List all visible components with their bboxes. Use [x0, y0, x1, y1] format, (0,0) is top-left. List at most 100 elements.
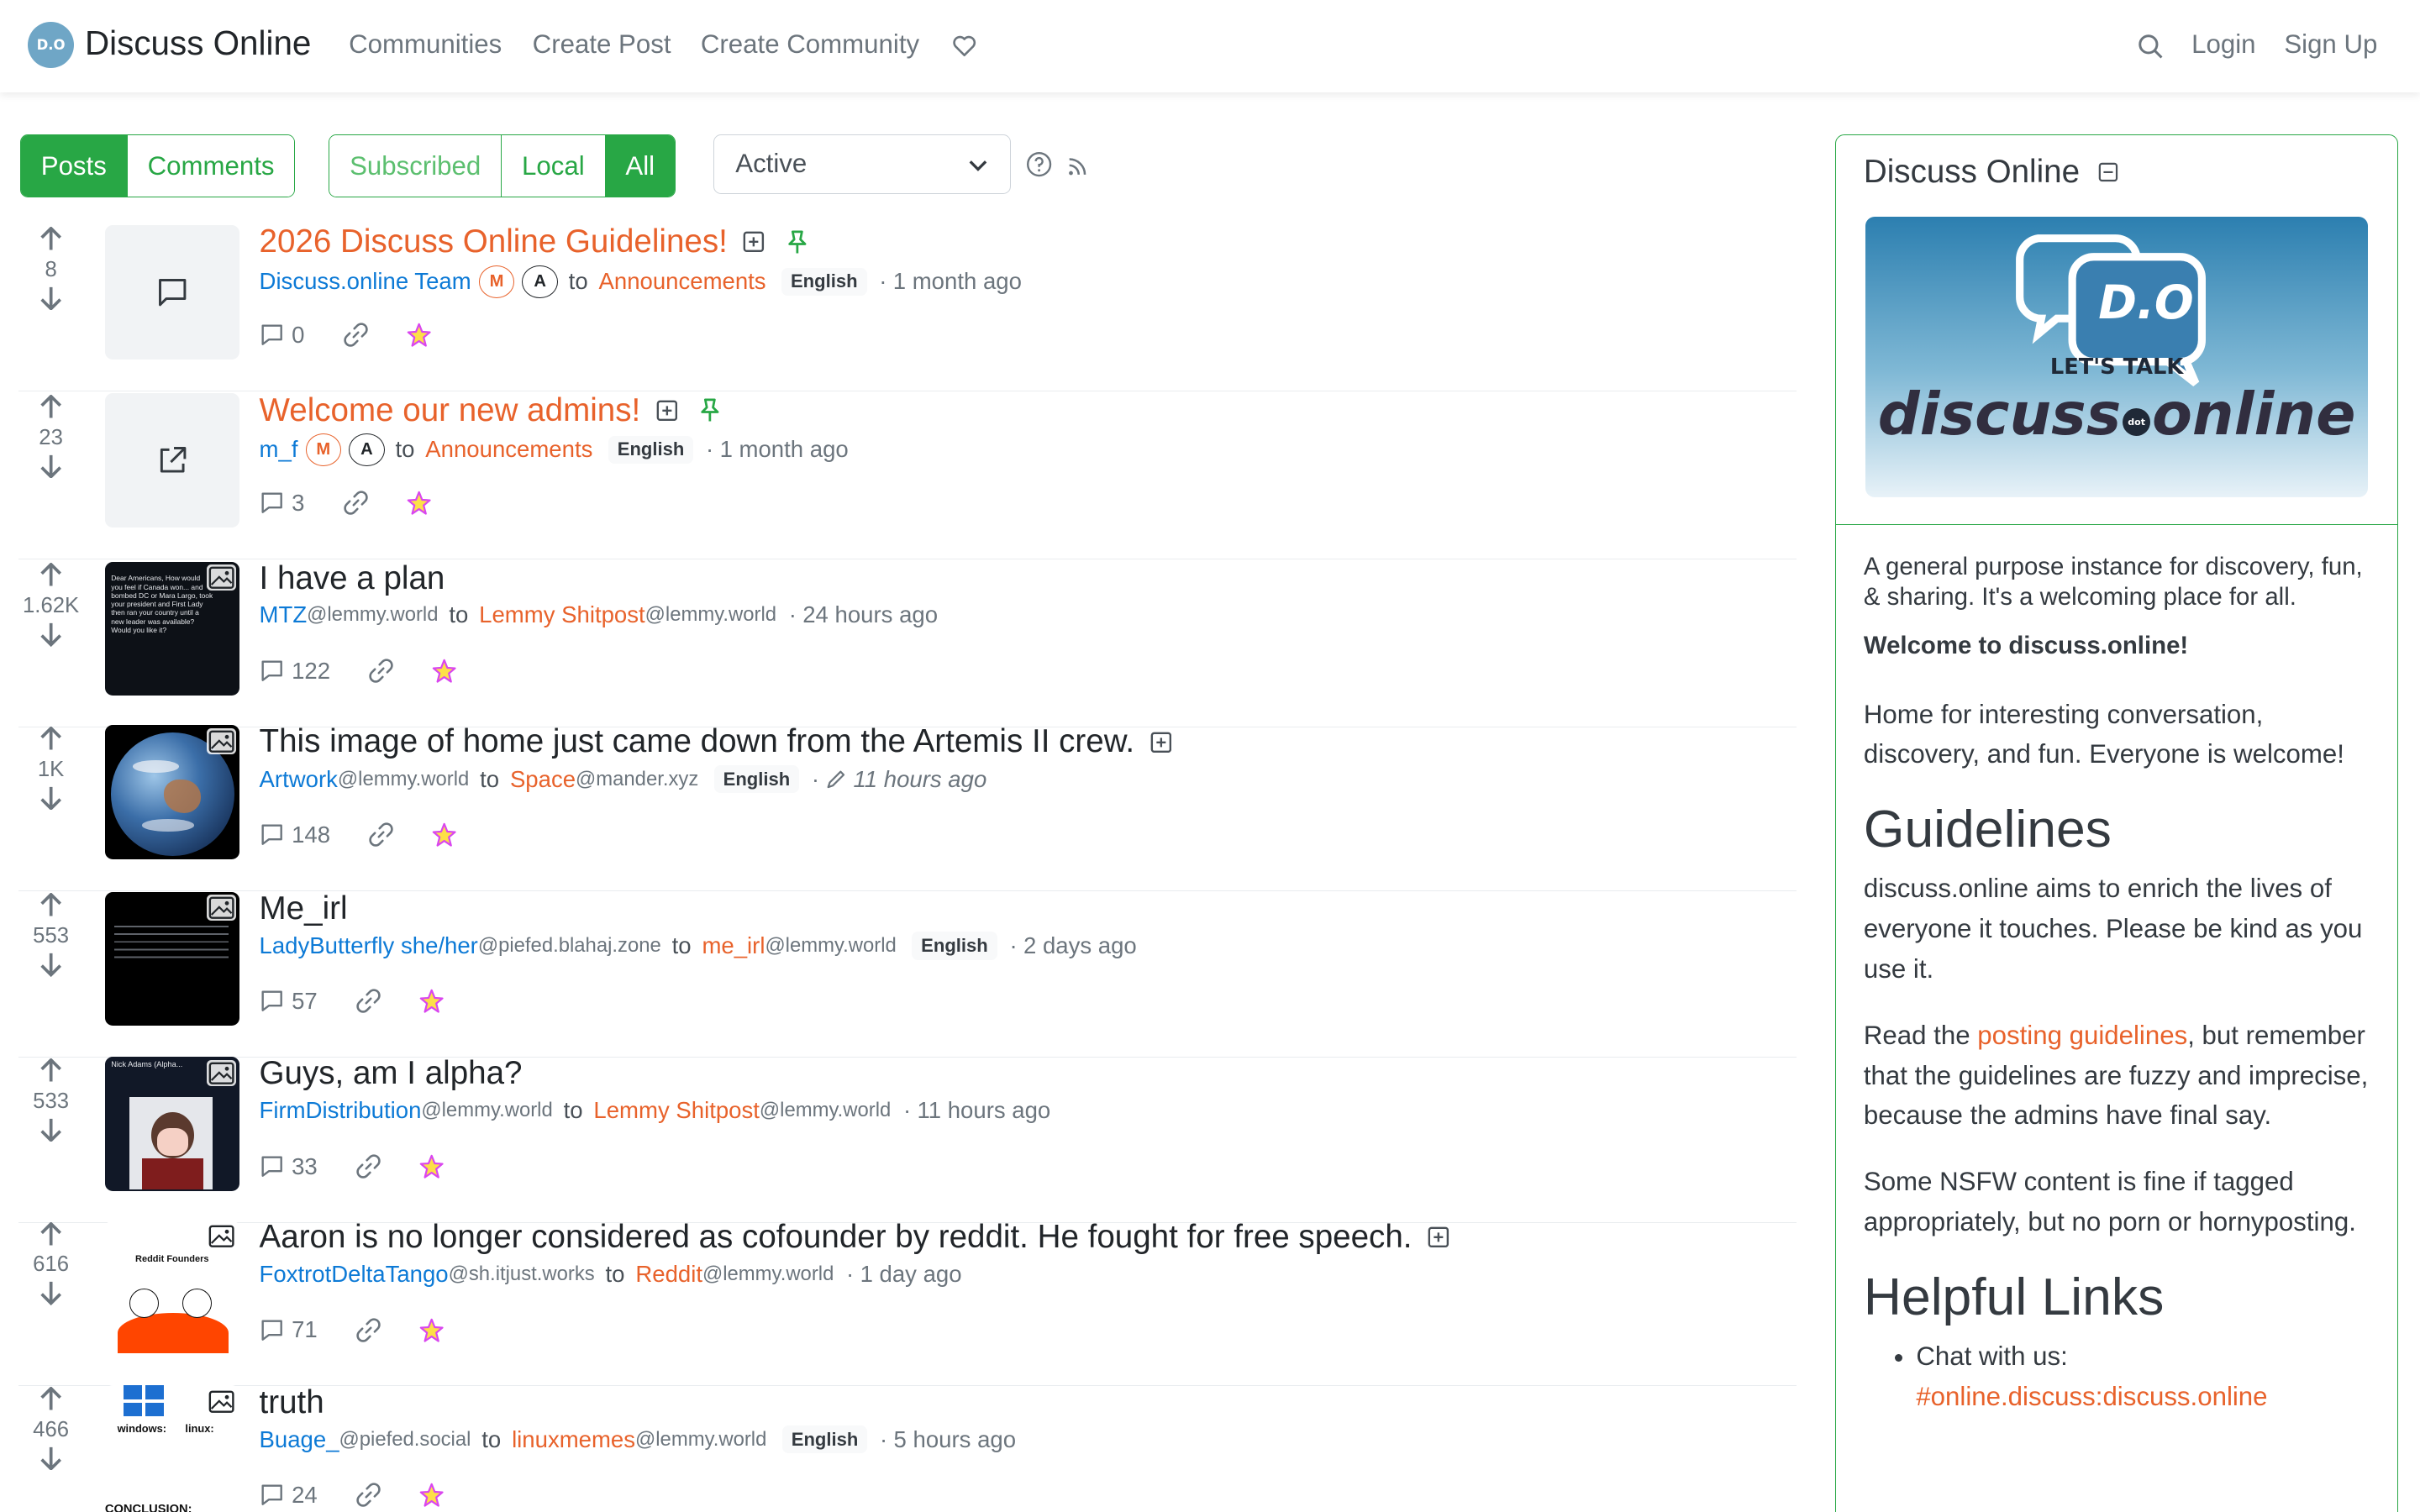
downvote-icon[interactable] — [39, 286, 63, 311]
comments-toggle[interactable]: Comments — [127, 134, 295, 197]
upvote-icon[interactable] — [39, 727, 63, 751]
sort-select[interactable]: Active — [713, 134, 1012, 195]
post-title[interactable]: truth — [260, 1384, 324, 1421]
posting-guidelines-link[interactable]: posting guidelines — [1977, 1021, 2187, 1050]
crosspost-star-icon[interactable] — [407, 491, 431, 515]
link-icon[interactable] — [355, 1316, 382, 1344]
comment-icon[interactable] — [260, 1318, 284, 1342]
link-icon[interactable] — [355, 1152, 382, 1180]
post-title[interactable]: I have a plan — [260, 560, 445, 597]
post-title[interactable]: This image of home just came down from t… — [260, 723, 1135, 760]
link-icon[interactable] — [342, 321, 370, 349]
post-community[interactable]: Space — [510, 766, 576, 793]
post-title[interactable]: 2026 Discuss Online Guidelines! — [260, 223, 728, 260]
crosspost-star-icon[interactable] — [419, 1154, 444, 1179]
upvote-icon[interactable] — [39, 563, 63, 587]
post-creator[interactable]: m_f — [260, 436, 298, 463]
post-community[interactable]: Announcements — [425, 436, 592, 463]
link-icon[interactable] — [355, 1481, 382, 1509]
search-icon[interactable] — [2138, 34, 2164, 60]
upvote-icon[interactable] — [39, 1058, 63, 1083]
upvote-icon[interactable] — [39, 395, 63, 419]
crosspost-star-icon[interactable] — [419, 989, 444, 1013]
post-thumbnail[interactable]: windows: linux: CONCLUSION: — [104, 1385, 239, 1512]
post-community[interactable]: Reddit — [635, 1261, 702, 1288]
local-toggle[interactable]: Local — [502, 134, 606, 197]
nav-create-post[interactable]: Create Post — [533, 29, 671, 60]
downvote-icon[interactable] — [39, 1446, 63, 1471]
comment-icon[interactable] — [260, 989, 284, 1013]
crosspost-star-icon[interactable] — [419, 1483, 444, 1507]
comment-count[interactable]: 3 — [292, 490, 304, 517]
post-title[interactable]: Guys, am I alpha? — [260, 1055, 523, 1092]
comment-count[interactable]: 71 — [292, 1316, 318, 1343]
comment-icon[interactable] — [260, 491, 284, 515]
rss-icon[interactable] — [1066, 155, 1090, 178]
comment-count[interactable]: 148 — [292, 822, 330, 848]
downvote-icon[interactable] — [39, 1280, 63, 1305]
subscribed-toggle[interactable]: Subscribed — [329, 134, 502, 197]
nav-communities[interactable]: Communities — [349, 29, 502, 60]
comment-count[interactable]: 0 — [292, 322, 304, 349]
post-creator[interactable]: LadyButterfly she/her — [260, 932, 478, 959]
downvote-icon[interactable] — [39, 622, 63, 647]
post-creator[interactable]: MTZ — [260, 601, 308, 628]
post-creator[interactable]: Buage_ — [260, 1426, 339, 1453]
signup-link[interactable]: Sign Up — [2284, 29, 2377, 60]
expand-icon[interactable] — [1428, 1226, 1449, 1248]
post-creator[interactable]: FoxtrotDeltaTango — [260, 1261, 449, 1288]
comment-icon[interactable] — [260, 323, 284, 347]
post-thumbnail[interactable]: Nick Adams (Alpha... — [104, 1057, 239, 1191]
post-community[interactable]: Lemmy Shitpost — [593, 1097, 760, 1124]
heart-icon[interactable] — [952, 34, 976, 58]
crosspost-star-icon[interactable] — [419, 1318, 444, 1342]
brand-name[interactable]: Discuss Online — [85, 24, 311, 63]
comment-icon[interactable] — [260, 1154, 284, 1179]
post-community[interactable]: Announcements — [599, 268, 766, 295]
post-thumbnail[interactable] — [104, 225, 239, 360]
post-thumbnail[interactable]: Reddit Founders — [104, 1220, 239, 1355]
nav-create-community[interactable]: Create Community — [701, 29, 919, 60]
link-icon[interactable] — [367, 821, 395, 848]
all-toggle[interactable]: All — [605, 134, 675, 197]
link-icon[interactable] — [355, 987, 382, 1015]
post-creator[interactable]: Discuss.online Team — [260, 268, 471, 295]
comment-icon[interactable] — [260, 659, 284, 683]
post-community[interactable]: linuxmemes — [512, 1426, 635, 1453]
comment-icon[interactable] — [260, 822, 284, 847]
matrix-chat-link[interactable]: #online.discuss:discuss.online — [1916, 1382, 2267, 1411]
post-thumbnail[interactable] — [104, 393, 239, 528]
comment-count[interactable]: 24 — [292, 1482, 318, 1509]
brand-logo[interactable]: D.O — [28, 21, 75, 68]
expand-icon[interactable] — [656, 400, 678, 422]
post-community[interactable]: me_irl — [702, 932, 765, 959]
post-creator[interactable]: FirmDistribution — [260, 1097, 422, 1124]
comment-count[interactable]: 57 — [292, 988, 318, 1015]
expand-icon[interactable] — [743, 231, 765, 253]
link-icon[interactable] — [367, 657, 395, 685]
post-community[interactable]: Lemmy Shitpost — [479, 601, 645, 628]
upvote-icon[interactable] — [39, 226, 63, 251]
crosspost-star-icon[interactable] — [432, 659, 456, 683]
expand-icon[interactable] — [1150, 732, 1172, 753]
link-icon[interactable] — [342, 489, 370, 517]
post-thumbnail[interactable]: Dear Americans, How would you feel if Ca… — [104, 561, 239, 696]
post-thumbnail[interactable] — [104, 725, 239, 860]
upvote-icon[interactable] — [39, 1387, 63, 1411]
downvote-icon[interactable] — [39, 454, 63, 479]
post-title[interactable]: Aaron is no longer considered as cofound… — [260, 1219, 1413, 1256]
post-title[interactable]: Welcome our new admins! — [260, 392, 641, 429]
comment-count[interactable]: 33 — [292, 1153, 318, 1180]
comment-count[interactable]: 122 — [292, 658, 330, 685]
downvote-icon[interactable] — [39, 785, 63, 811]
comment-icon[interactable] — [260, 1483, 284, 1507]
post-title[interactable]: Me_irl — [260, 890, 348, 927]
posts-toggle[interactable]: Posts — [20, 134, 128, 197]
downvote-icon[interactable] — [39, 1117, 63, 1142]
upvote-icon[interactable] — [39, 1221, 63, 1247]
help-icon[interactable] — [1026, 151, 1052, 177]
collapse-icon[interactable] — [2098, 162, 2118, 182]
login-link[interactable]: Login — [2191, 29, 2255, 60]
crosspost-star-icon[interactable] — [432, 822, 456, 847]
crosspost-star-icon[interactable] — [407, 323, 431, 347]
